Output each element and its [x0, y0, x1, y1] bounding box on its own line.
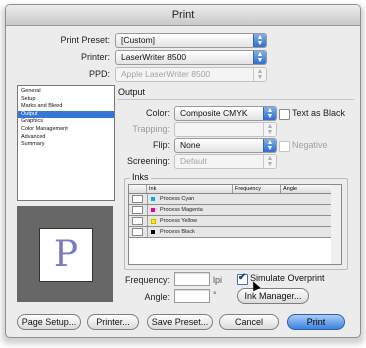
popup-arrows-icon: ▲ ▼ — [253, 51, 266, 64]
page-setup-button[interactable]: Page Setup... — [17, 314, 81, 330]
color-label: Color: — [145, 108, 170, 118]
ink-name: Process Black — [160, 229, 195, 235]
yellow-swatch — [151, 219, 156, 224]
print-preset-value: [Custom] — [121, 35, 156, 45]
inks-table: Ink Frequency Angle Process Cyan Process… — [128, 184, 333, 265]
flip-popup[interactable]: None ▲ ▼ — [174, 138, 277, 153]
sidebar-item-color-management[interactable]: Color Management — [18, 126, 114, 134]
preview-page: P — [39, 228, 93, 282]
checkmark-icon: ✔ — [238, 272, 247, 283]
simulate-overprint-label: Simulate Overprint — [250, 273, 325, 283]
angle-column-header[interactable]: Angle — [281, 185, 332, 193]
color-popup[interactable]: Composite CMYK ▲ ▼ — [174, 106, 277, 121]
sidebar-item-output[interactable]: Output — [18, 110, 114, 119]
ink-row-yellow[interactable]: Process Yellow — [129, 216, 332, 227]
ink-name: Process Cyan — [160, 196, 195, 202]
inks-group-title: Inks — [130, 172, 151, 182]
ink-row-magenta[interactable]: Process Magenta — [129, 205, 332, 216]
popup-arrows-icon: ▲ ▼ — [253, 34, 266, 47]
ink-manager-button[interactable]: Ink Manager... — [237, 288, 309, 304]
trapping-popup: ▲ ▼ — [174, 122, 277, 137]
ink-row-black[interactable]: Process Black — [129, 227, 332, 238]
column-divider — [147, 227, 148, 237]
inks-scrollbar[interactable] — [331, 184, 342, 265]
sidebar-item-marks-and-bleed[interactable]: Marks and Bleed — [18, 103, 114, 111]
angle-unit: ° — [213, 290, 217, 300]
sidebar-item-setup[interactable]: Setup — [18, 96, 114, 104]
printer-icon[interactable] — [132, 217, 143, 225]
trapping-label: Trapping: — [132, 124, 170, 134]
frequency-unit: lpi — [213, 275, 223, 285]
ppd-label: PPD: — [88, 69, 110, 79]
ink-name: Process Yellow — [160, 218, 197, 224]
flip-label: Flip: — [152, 140, 170, 150]
sidebar-item-general[interactable]: General — [18, 88, 114, 96]
printer-column-header — [129, 185, 147, 193]
printer-popup[interactable]: LaserWriter 8500 ▲ ▼ — [115, 50, 267, 65]
simulate-overprint-checkbox[interactable]: ✔ — [237, 272, 248, 285]
printer-icon[interactable] — [132, 206, 143, 214]
ink-name: Process Magenta — [160, 207, 203, 213]
negative-checkbox — [279, 141, 290, 152]
text-as-black-label: Text as Black — [292, 108, 346, 118]
negative-label: Negative — [292, 140, 328, 150]
sidebar-item-advanced[interactable]: Advanced — [18, 134, 114, 142]
screening-label: Screening: — [126, 156, 170, 166]
printer-button[interactable]: Printer... — [87, 314, 139, 330]
print-button[interactable]: Print — [287, 314, 345, 330]
printer-label: Printer: — [80, 52, 110, 62]
color-value: Composite CMYK — [180, 108, 248, 118]
printer-value: LaserWriter 8500 — [121, 52, 187, 62]
print-preset-label: Print Preset: — [60, 35, 110, 45]
column-divider — [147, 194, 148, 204]
section-divider — [118, 99, 354, 100]
category-list: General Setup Marks and Bleed Output Gra… — [17, 85, 115, 201]
cyan-swatch — [151, 197, 155, 201]
popup-arrows-icon: ▲ ▼ — [263, 139, 276, 152]
ink-row-cyan[interactable]: Process Cyan — [129, 194, 332, 205]
printer-icon[interactable] — [132, 228, 143, 236]
print-preset-popup[interactable]: [Custom] ▲ ▼ — [115, 33, 267, 48]
sidebar-item-summary[interactable]: Summary — [18, 141, 114, 149]
save-preset-button[interactable]: Save Preset... — [147, 314, 213, 330]
inks-table-header: Ink Frequency Angle — [129, 185, 332, 194]
text-as-black-checkbox[interactable] — [279, 109, 290, 120]
popup-arrows-icon: ▲ ▼ — [263, 123, 276, 136]
frequency-label: Frequency: — [124, 275, 170, 285]
angle-input[interactable] — [174, 289, 210, 303]
ppd-popup: Apple LaserWriter 8500 ▲ ▼ — [115, 67, 267, 82]
ppd-value: Apple LaserWriter 8500 — [121, 69, 211, 79]
popup-arrows-icon: ▲ ▼ — [263, 155, 276, 168]
page-preview: P — [17, 206, 113, 302]
sidebar-item-graphics[interactable]: Graphics — [18, 118, 114, 126]
popup-arrows-icon: ▲ ▼ — [253, 68, 266, 81]
frequency-input[interactable] — [174, 272, 210, 286]
title-bar: Print — [6, 5, 360, 26]
screening-value: Default — [180, 156, 207, 166]
angle-label: Angle: — [144, 292, 170, 302]
column-divider — [147, 205, 148, 215]
ink-column-header[interactable]: Ink — [147, 185, 233, 193]
popup-arrows-icon: ▲ ▼ — [263, 107, 276, 120]
frequency-column-header[interactable]: Frequency — [233, 185, 281, 193]
flip-value: None — [180, 140, 201, 150]
column-divider — [147, 216, 148, 226]
cancel-button[interactable]: Cancel — [219, 314, 279, 330]
black-swatch — [151, 230, 155, 234]
printer-icon[interactable] — [132, 195, 143, 203]
magenta-swatch — [151, 208, 155, 212]
screening-popup: Default ▲ ▼ — [174, 154, 277, 169]
output-section-title: Output — [118, 87, 146, 97]
print-dialog: Print Print Preset: [Custom] ▲ ▼ Printer:… — [5, 4, 361, 338]
